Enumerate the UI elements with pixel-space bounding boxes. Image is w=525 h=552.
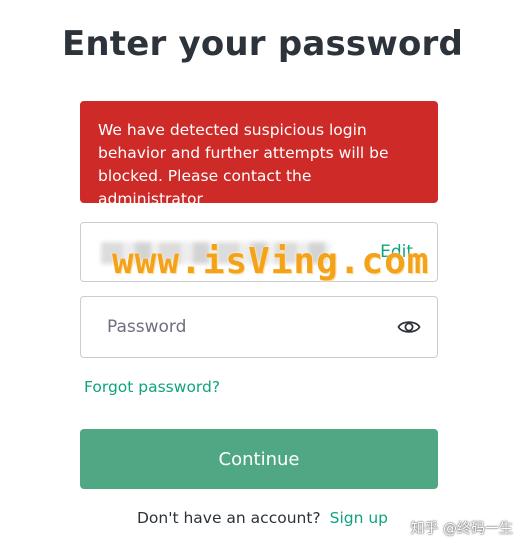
signup-prompt: Don't have an account? [136,509,321,527]
alert-text-line: We have detected suspicious login [98,121,367,139]
login-page: Enter your password We have detected sus… [0,0,525,552]
signup-link[interactable]: Sign up [330,509,388,527]
page-title: Enter your password [61,24,464,64]
forgot-password-link[interactable]: Forgot password? [84,378,220,396]
alert-text-line: blocked. Please contact the administrato… [98,167,312,208]
zhihu-watermark: 知乎 @终码一生 [410,521,513,537]
error-alert: We have detected suspicious login behavi… [80,101,438,208]
password-input[interactable] [82,298,382,356]
alert-text-line: behavior and further attempts will be [98,144,389,162]
continue-button[interactable]: Continue [80,429,438,489]
password-field-container [80,296,438,358]
eye-icon[interactable] [397,317,421,337]
site-watermark: www.isVing.com [112,241,430,282]
